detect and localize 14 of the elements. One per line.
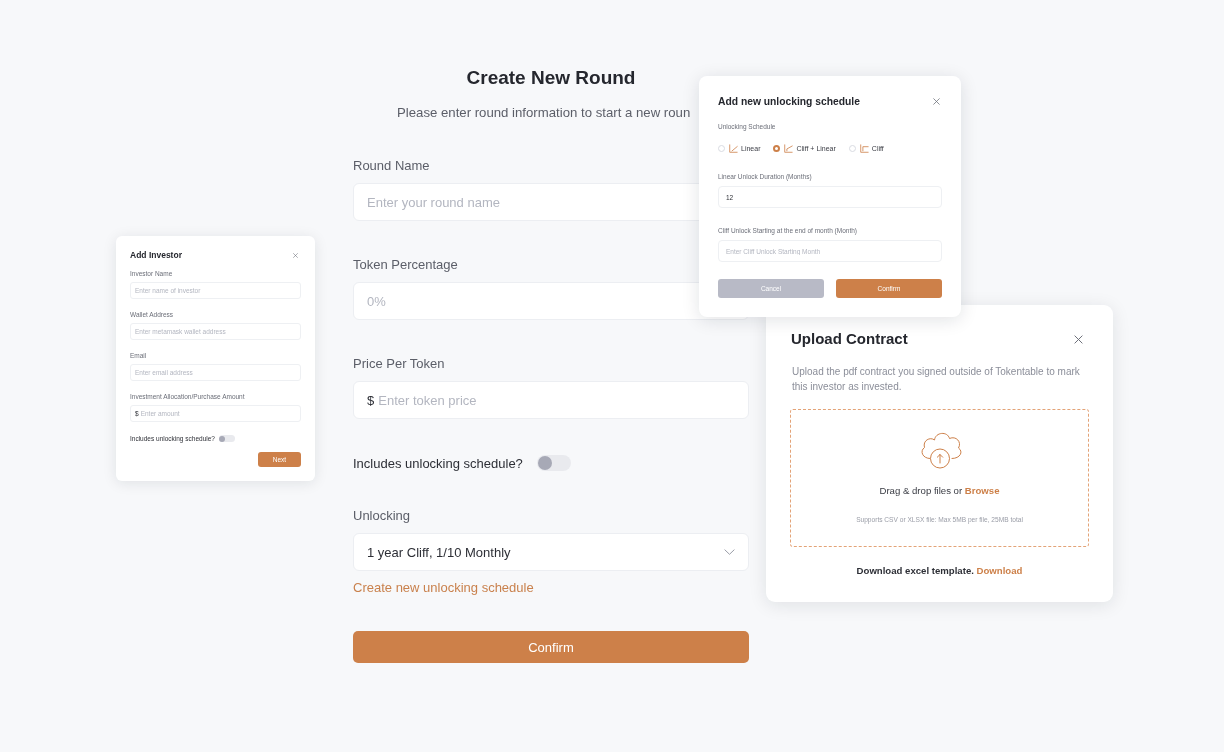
page-title: Create New Round (466, 66, 636, 90)
field-label: Unlocking (353, 507, 411, 525)
dialog-description: Upload the pdf contract you signed outside of Tokentable to mark this investor as invested. (792, 365, 1081, 394)
field-label: Round Name (353, 157, 430, 175)
toggle-label: Includes unlocking schedule? (353, 455, 523, 471)
field-label: Price Per Token (353, 355, 445, 373)
drop-instructions: Drag & drop files or (879, 485, 963, 496)
currency-symbol: $ (367, 392, 375, 408)
subtitle: Please enter round information to start a new roun (397, 104, 691, 122)
dialog-title: Add Investor (130, 250, 182, 261)
template-note: Download excel template. (856, 565, 974, 576)
dialog-title: Add new unlocking schedule (718, 95, 860, 108)
field-label: Token Percentage (353, 256, 458, 274)
dialog-title: Upload Contract (791, 329, 908, 349)
